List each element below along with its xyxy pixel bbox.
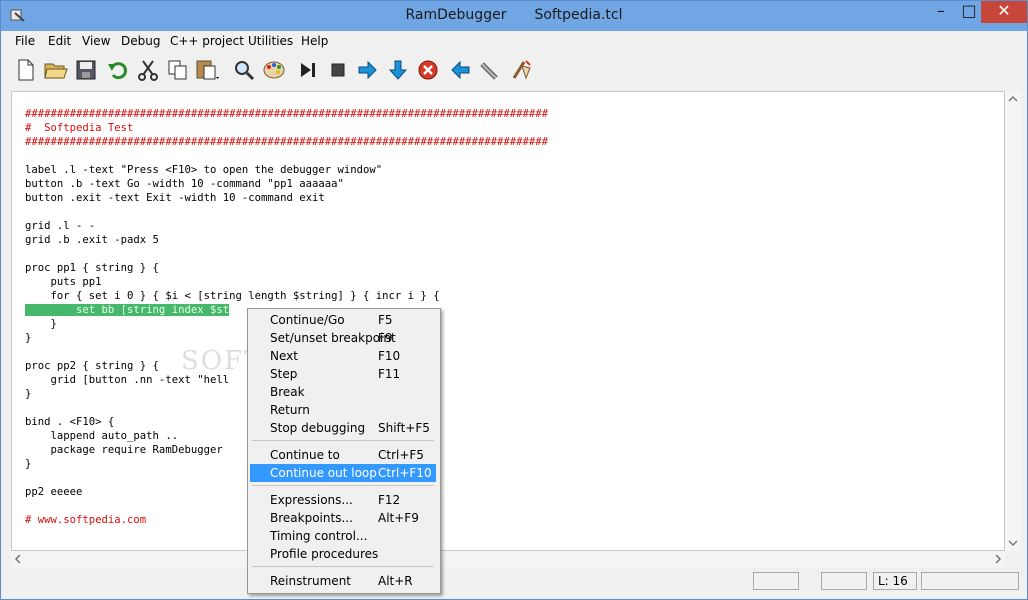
title-app-name: RamDebugger [405, 7, 507, 23]
code-line-10: grid .b .exit -padx 5 [25, 234, 159, 246]
menu-cpp-project[interactable]: C++ project [170, 34, 244, 48]
window-title: RamDebugger Softpedia.tcl [1, 7, 1027, 23]
debug-context-menu: Continue/Go F5 Set/unset breakpoint F9 Nex… [247, 308, 441, 594]
find-icon[interactable] [231, 57, 257, 83]
current-line-highlight: set bb [string index $st [25, 304, 230, 316]
menu-item-set-breakpoint[interactable]: Set/unset breakpoint F9 [250, 329, 436, 347]
code-editor[interactable]: ########################################… [11, 91, 1005, 551]
menu-item-step[interactable]: Step F11 [250, 365, 436, 383]
menu-debug[interactable]: Debug [121, 34, 160, 48]
code-line-15-highlighted: set bb [string index $st [25, 304, 230, 316]
code-line-9: grid .l - - [25, 220, 96, 232]
menu-separator [252, 485, 434, 486]
status-bar: L: 16 [1, 569, 1027, 599]
code-line-12: proc pp1 { string } { [25, 262, 159, 274]
menu-item-stop-debugging[interactable]: Stop debugging Shift+F5 [250, 419, 436, 437]
paste-icon[interactable] [195, 57, 221, 83]
undo-icon[interactable] [105, 57, 131, 83]
menu-item-timing-control[interactable]: Timing control... [250, 527, 436, 545]
stop-icon[interactable] [325, 57, 351, 83]
menu-item-breakpoints[interactable]: Breakpoints... Alt+F9 [250, 509, 436, 527]
menu-item-profile-procedures[interactable]: Profile procedures [250, 545, 436, 563]
step-into-icon[interactable] [385, 57, 411, 83]
code-line-24: lappend auto_path .. [25, 430, 179, 442]
menu-help[interactable]: Help [301, 34, 328, 48]
new-file-icon[interactable] [13, 57, 39, 83]
vertical-scrollbar[interactable] [1005, 91, 1021, 551]
code-line-16: } [25, 318, 57, 330]
app-window: RamDebugger Softpedia.tcl – □ ✕ File Edit… [0, 0, 1028, 600]
menu-separator [252, 440, 434, 441]
cancel-icon[interactable] [415, 57, 441, 83]
status-cell-4 [921, 572, 1019, 590]
menu-item-continue-out-loop[interactable]: Continue out loop Ctrl+F10 [250, 464, 436, 482]
menu-item-return[interactable]: Return [250, 401, 436, 419]
save-icon[interactable] [73, 57, 99, 83]
run-icon[interactable] [295, 57, 321, 83]
code-line-6: button .b -text Go -width 10 -command "p… [25, 178, 344, 190]
code-line-3: ########################################… [25, 136, 548, 148]
minimize-button[interactable]: – [927, 1, 955, 23]
status-cell-2 [821, 572, 867, 590]
maximize-button[interactable]: □ [955, 1, 983, 23]
code-line-30: # www.softpedia.com [25, 514, 147, 526]
palette-icon[interactable] [261, 57, 287, 83]
menu-view[interactable]: View [82, 34, 110, 48]
menu-edit[interactable]: Edit [48, 34, 71, 48]
horizontal-scrollbar[interactable] [11, 551, 1005, 567]
back-icon[interactable] [447, 57, 473, 83]
menu-item-next[interactable]: Next F10 [250, 347, 436, 365]
code-line-25: package require RamDebugger [25, 444, 223, 456]
line-indicator: L: 16 [873, 572, 917, 590]
toolbar [1, 53, 1027, 89]
menu-file[interactable]: File [15, 34, 35, 48]
copy-icon[interactable] [165, 57, 191, 83]
code-line-2: # Softpedia Test [25, 122, 134, 134]
code-line-17: } [25, 332, 32, 344]
title-file-name: Softpedia.tcl [534, 7, 623, 23]
code-line-26: } [25, 458, 32, 470]
menu-item-break[interactable]: Break [250, 383, 436, 401]
code-line-1: ########################################… [25, 108, 548, 120]
clean-icon[interactable] [509, 57, 535, 83]
code-line-7: button .exit -text Exit -width 10 -comma… [25, 192, 325, 204]
menu-item-continue-go[interactable]: Continue/Go F5 [250, 311, 436, 329]
status-cell-1 [753, 572, 799, 590]
menu-item-reinstrument[interactable]: Reinstrument Alt+R [250, 572, 436, 590]
code-line-14: for { set i 0 } { $i < [string length $s… [25, 290, 440, 302]
close-button[interactable]: ✕ [981, 1, 1027, 23]
code-line-13: puts pp1 [25, 276, 102, 288]
title-bar: RamDebugger Softpedia.tcl – □ ✕ [1, 1, 1027, 31]
open-folder-icon[interactable] [43, 57, 69, 83]
menu-utilities[interactable]: Utilities [248, 34, 293, 48]
code-line-19: proc pp2 { string } { [25, 360, 159, 372]
code-line-5: label .l -text "Press <F10> to open the … [25, 164, 383, 176]
menu-item-continue-to[interactable]: Continue to Ctrl+F5 [250, 446, 436, 464]
code-line-21: } [25, 388, 32, 400]
step-icon[interactable] [355, 57, 381, 83]
menu-item-expressions[interactable]: Expressions... F12 [250, 491, 436, 509]
code-line-28: pp2 eeeee [25, 486, 83, 498]
cut-icon[interactable] [135, 57, 161, 83]
menu-separator [252, 566, 434, 567]
tool-icon[interactable] [477, 57, 503, 83]
menu-bar: File Edit View Debug C++ project Utiliti… [1, 31, 1027, 52]
code-line-23: bind . <F10> { [25, 416, 115, 428]
